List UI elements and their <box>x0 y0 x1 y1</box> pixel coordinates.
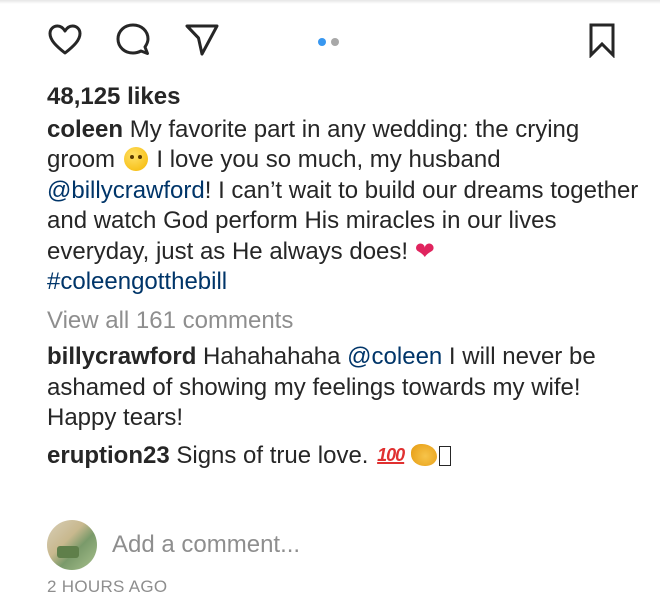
caption-mention[interactable]: @billycrawford <box>47 177 205 204</box>
comment: eruption23 Signs of true love. 100 <box>47 440 647 472</box>
paper-plane-icon[interactable] <box>182 20 222 60</box>
comment-text: Signs of true love. <box>169 441 376 469</box>
post-action-bar <box>0 20 660 64</box>
comment-mention[interactable]: @coleen <box>347 343 442 370</box>
avatar[interactable] <box>47 520 97 570</box>
heart-outline-icon[interactable] <box>45 20 85 60</box>
bookmark-icon[interactable] <box>582 20 622 60</box>
comment: billycrawford Hahahahaha @coleen I will … <box>47 342 647 434</box>
caption-hashtag[interactable]: #coleengotthebill <box>47 268 227 295</box>
carousel-dot <box>331 38 339 46</box>
comment-text: Hahahahaha <box>196 343 348 370</box>
top-divider <box>0 0 660 4</box>
missing-glyph-icon <box>438 445 451 466</box>
comment-username[interactable]: eruption23 <box>47 442 170 469</box>
view-all-comments-link[interactable]: View all 161 comments <box>47 306 647 337</box>
carousel-dot-active <box>318 38 326 46</box>
post-details: 48,125 likes coleen My favorite part in … <box>47 82 647 477</box>
post-caption: coleen My favorite part in any wedding: … <box>47 115 647 298</box>
add-comment-input[interactable] <box>112 531 512 559</box>
comment-username[interactable]: billycrawford <box>47 343 196 370</box>
heart-emoji: ❤ <box>414 237 435 265</box>
likes-count[interactable]: 48,125 likes <box>47 82 647 113</box>
squinting-face-emoji <box>123 147 148 171</box>
post-timestamp: 2 HOURS AGO <box>47 577 168 596</box>
caption-text: I love you so much, my husband <box>149 146 501 173</box>
hundred-points-emoji: 100 <box>377 444 405 465</box>
caption-username[interactable]: coleen <box>47 116 123 143</box>
flexed-biceps-emoji <box>410 443 437 466</box>
comment-bubble-icon[interactable] <box>113 20 153 60</box>
carousel-indicator <box>318 37 339 47</box>
add-comment-row <box>47 515 607 575</box>
